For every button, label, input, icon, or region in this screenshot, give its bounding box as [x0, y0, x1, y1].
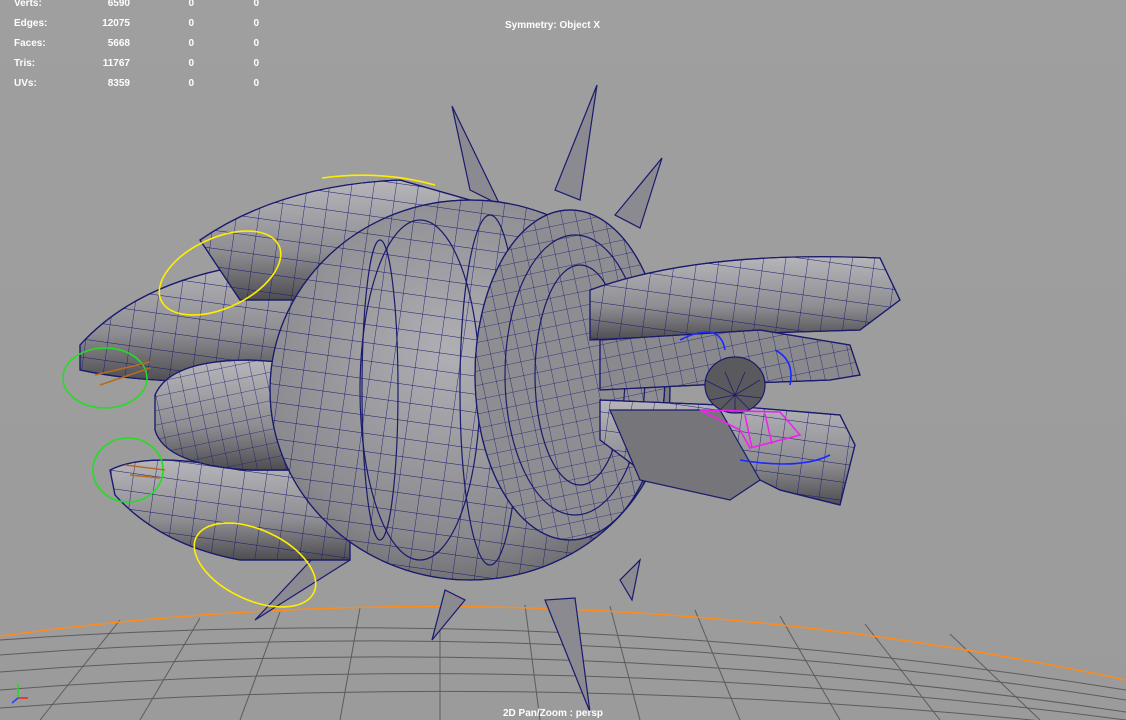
hud-selected: 0: [188, 58, 194, 69]
hud-selected: 0: [188, 0, 194, 9]
hud-component: 0: [253, 18, 259, 29]
hud-total: 12075: [102, 18, 130, 29]
hud-label: Edges:: [14, 18, 48, 29]
hud-total: 11767: [102, 58, 130, 69]
hud-component: 0: [253, 0, 259, 9]
hud-label: Verts:: [14, 0, 42, 9]
hud-label: Faces:: [14, 38, 46, 49]
viewport-persp[interactable]: Verts: 6590 0 0 Edges: 12075 0 0 Faces: …: [0, 0, 1126, 720]
hud-selected: 0: [188, 38, 194, 49]
symmetry-status: Symmetry: Object X: [505, 20, 601, 31]
front-barrel: [589, 256, 901, 506]
hud-label: Tris:: [14, 58, 36, 69]
hud-component: 0: [253, 38, 259, 49]
hud-label: UVs:: [14, 78, 37, 89]
axis-gizmo-icon: [11, 684, 28, 704]
hud-total: 5668: [107, 38, 130, 49]
poly-count-hud: Verts: 6590 0 0 Edges: 12075 0 0 Faces: …: [0, 0, 270, 100]
hud-component: 0: [253, 58, 259, 69]
scene-3d[interactable]: [0, 0, 1126, 720]
hud-total: 8359: [107, 78, 130, 89]
camera-label: 2D Pan/Zoom : persp: [502, 708, 603, 719]
hud-total: 6590: [107, 0, 130, 9]
hud-component: 0: [253, 78, 259, 89]
hud-selected: 0: [188, 18, 194, 29]
hud-row-uvs: UVs: 8359 0 0: [0, 78, 270, 100]
hud-selected: 0: [188, 78, 194, 89]
